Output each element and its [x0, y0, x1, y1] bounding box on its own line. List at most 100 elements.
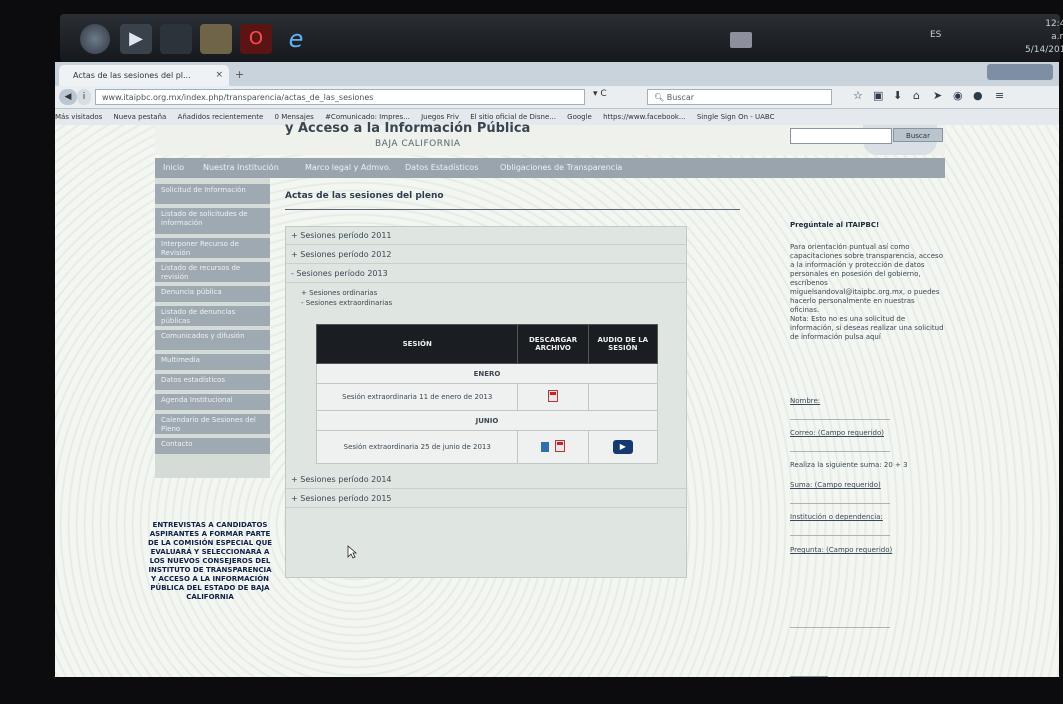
- bookmark-item[interactable]: El sitio oficial de Disne...: [470, 113, 556, 121]
- home-icon[interactable]: ⌂: [913, 89, 920, 102]
- menu-item-obligaciones[interactable]: Obligaciones de Transparencia: [500, 158, 622, 178]
- left-menu: Solicitud de Información Listado de soli…: [155, 178, 270, 478]
- browser-icon[interactable]: O: [240, 24, 272, 54]
- browser-tab[interactable]: Actas de las sesiones del pl... ×: [59, 65, 229, 86]
- sessions-table: SESIÓN DESCARGAR ARCHIVO AUDIO DE LA SES…: [315, 324, 659, 464]
- label-question: Pregunta: (Campo requerido): [790, 546, 893, 554]
- address-bar[interactable]: www.itaipbc.org.mx/index.php/transparenc…: [95, 89, 585, 105]
- contact-form: Pregúntale al ITAIPBC! Para orientación …: [790, 221, 945, 677]
- bookmark-item[interactable]: Nueva pestaña: [114, 113, 167, 121]
- pdf-icon[interactable]: [548, 390, 559, 402]
- folder-icon[interactable]: [200, 24, 232, 54]
- search-placeholder: Buscar: [666, 93, 695, 102]
- internet-explorer-icon[interactable]: e: [280, 24, 312, 54]
- menu-item-marco-legal[interactable]: Marco legal y Admvo.: [305, 158, 391, 178]
- close-icon[interactable]: ×: [215, 65, 223, 86]
- taskbar: ▶ O e ES 12:46 a.m. 5/14/2015: [60, 14, 1063, 62]
- site-search-input[interactable]: [790, 128, 892, 144]
- month-label: JUNIO: [316, 410, 658, 431]
- bookmark-item[interactable]: Juegos Friv: [421, 113, 459, 121]
- media-player-icon[interactable]: ▶: [120, 24, 152, 54]
- accordion-period-2012[interactable]: + Sesiones período 2012: [286, 246, 686, 264]
- bookmark-item[interactable]: https://www.facebook...: [603, 113, 686, 121]
- bookmark-item[interactable]: Añadidos recientemente: [178, 113, 264, 121]
- table-row: Sesión extraordinaria 11 de enero de 201…: [315, 383, 659, 411]
- left-menu-item[interactable]: Contacto: [155, 438, 270, 456]
- bookmark-item[interactable]: Más visitados: [55, 113, 102, 121]
- window-icon[interactable]: [160, 24, 192, 54]
- back-icon[interactable]: ◀: [59, 89, 77, 105]
- send-button[interactable]: enviar: [790, 676, 828, 677]
- left-menu-item[interactable]: Comunicados y difusión: [155, 330, 270, 352]
- email-field[interactable]: [790, 439, 890, 452]
- navigation-bar: ◀ i www.itaipbc.org.mx/index.php/transpa…: [55, 86, 1059, 109]
- form-intro-text: Para orientación puntual así como capaci…: [790, 243, 943, 314]
- pdf-icon[interactable]: [555, 440, 566, 452]
- form-heading: Pregúntale al ITAIPBC!: [790, 221, 880, 229]
- language-indicator[interactable]: ES: [930, 30, 941, 40]
- menu-item-datos[interactable]: Datos Estadísticos: [405, 158, 478, 178]
- bookmarks-bar: Más visitados Nueva pestaña Añadidos rec…: [55, 109, 1059, 125]
- site-search-button[interactable]: Buscar: [893, 128, 943, 142]
- label-name: Nombre:: [790, 397, 821, 405]
- session-name: Sesión extraordinaria 11 de enero de 201…: [315, 383, 519, 411]
- action-center-icon[interactable]: [730, 32, 752, 48]
- reading-list-icon[interactable]: ▣: [873, 89, 883, 102]
- new-tab-icon[interactable]: +: [235, 68, 244, 81]
- document-icon[interactable]: [541, 442, 550, 452]
- label-institution: Institución o dependencia:: [790, 513, 883, 521]
- left-menu-item[interactable]: Datos estadísticos: [155, 374, 270, 392]
- download-icon[interactable]: ⬇: [893, 89, 902, 102]
- menu-icon[interactable]: ≡: [995, 89, 1004, 102]
- promo-text[interactable]: ENTREVISTAS A CANDIDATOS ASPIRANTES A FO…: [145, 521, 275, 602]
- left-menu-item[interactable]: Interponer Recurso de Revisión: [155, 238, 270, 260]
- sub-item-ordinarias[interactable]: + Sesiones ordinarias: [301, 289, 377, 297]
- identity-icon[interactable]: i: [77, 89, 91, 105]
- label-email: Correo: (Campo requerido): [790, 429, 884, 437]
- bookmark-item[interactable]: Google: [567, 113, 592, 121]
- download-cell: [517, 383, 589, 411]
- month-row: JUNIO: [316, 410, 658, 431]
- left-menu-item[interactable]: Agenda Institucional: [155, 394, 270, 412]
- title-divider: [285, 209, 740, 210]
- sub-item-extraordinarias[interactable]: - Sesiones extraordinarias: [301, 299, 392, 307]
- pocket-icon[interactable]: ◉: [953, 89, 963, 102]
- name-field[interactable]: [790, 407, 890, 420]
- accordion-period-2011[interactable]: + Sesiones período 2011: [286, 227, 686, 245]
- clock[interactable]: 12:46 a.m. 5/14/2015: [1025, 18, 1063, 57]
- play-icon[interactable]: ▶: [612, 440, 633, 454]
- page-title: Actas de las sesiones del pleno: [285, 191, 444, 201]
- share-icon[interactable]: ➤: [933, 89, 942, 102]
- audio-cell: ▶: [587, 430, 659, 464]
- left-menu-item[interactable]: Listado de recursos de revisión: [155, 262, 270, 284]
- left-menu-item[interactable]: Denuncia pública: [155, 286, 270, 304]
- left-menu-item[interactable]: Calendario de Sesiones del Pleno: [155, 414, 270, 436]
- left-menu-item[interactable]: Listado de denuncias públicas: [155, 306, 270, 328]
- menu-item-institucion[interactable]: Nuestra Institución: [203, 158, 279, 178]
- bookmark-item[interactable]: 0 Mensajes: [275, 113, 314, 121]
- form-note-text[interactable]: Nota: Esto no es una solicitud de inform…: [790, 315, 945, 342]
- left-menu-item[interactable]: Multimedia: [155, 354, 270, 372]
- accordion-period-2013[interactable]: - Sesiones período 2013: [286, 265, 686, 283]
- accordion-period-2015[interactable]: + Sesiones período 2015: [286, 490, 686, 508]
- window-controls[interactable]: [987, 64, 1053, 80]
- bookmark-item[interactable]: Single Sign On - UABC: [697, 113, 775, 121]
- label-sum: Realiza la siguiente suma: 20 + 3: [790, 461, 908, 469]
- bookmark-item[interactable]: #Comunicado: Impres...: [325, 113, 410, 121]
- start-icon[interactable]: [80, 24, 110, 54]
- reload-icon[interactable]: ▾ C: [593, 89, 607, 99]
- search-icon: 🔍︎: [654, 93, 667, 102]
- question-field[interactable]: [790, 557, 890, 628]
- institution-field[interactable]: [790, 523, 890, 536]
- col-header-download: DESCARGAR ARCHIVO: [517, 324, 589, 364]
- browser-search-input[interactable]: 🔍︎ Buscar: [647, 89, 832, 105]
- sum-field[interactable]: [790, 491, 890, 504]
- mouse-cursor-icon: [347, 545, 357, 559]
- left-menu-item[interactable]: Solicitud de Información: [155, 184, 270, 206]
- col-header-audio: AUDIO DE LA SESIÓN: [587, 324, 659, 364]
- extension-icon[interactable]: ●: [973, 89, 983, 102]
- accordion-period-2014[interactable]: + Sesiones período 2014: [286, 471, 686, 489]
- menu-item-inicio[interactable]: Inicio: [163, 158, 184, 178]
- left-menu-item[interactable]: Listado de solicitudes de información: [155, 208, 270, 236]
- bookmark-star-icon[interactable]: ☆: [853, 89, 863, 102]
